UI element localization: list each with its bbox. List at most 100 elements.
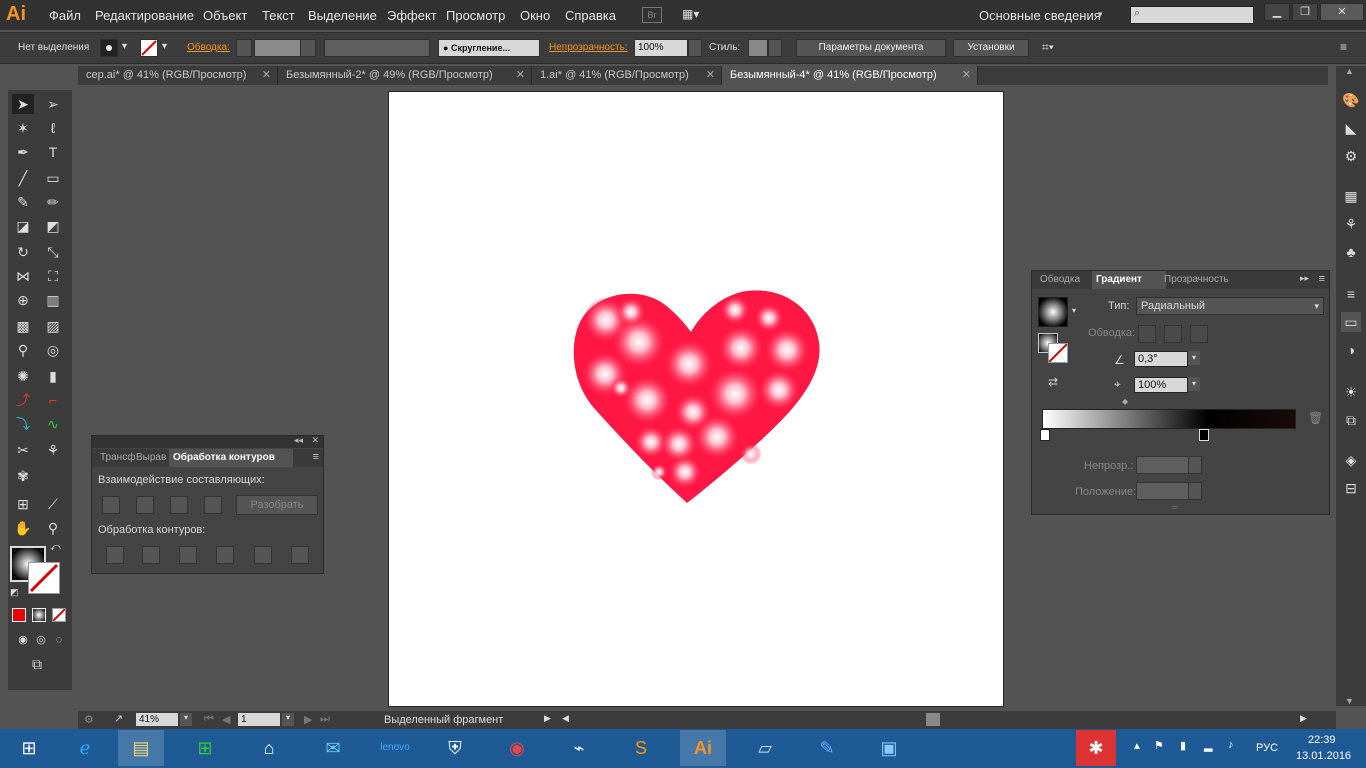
artboard-dropdown[interactable]: ▾ bbox=[282, 713, 294, 726]
menu-window[interactable]: Окно bbox=[520, 8, 550, 23]
divide-button[interactable] bbox=[106, 546, 124, 564]
default-fill-stroke-icon[interactable]: ◩ bbox=[10, 587, 19, 598]
scroll-down-icon[interactable]: ▼ bbox=[1345, 696, 1354, 706]
eraser-tool-icon[interactable]: ◩ bbox=[42, 216, 64, 236]
flag-icon[interactable]: ⚑ bbox=[1154, 739, 1164, 752]
opacity-dropdown[interactable] bbox=[688, 39, 702, 57]
zoom-field[interactable]: 41% bbox=[136, 713, 178, 726]
stroke-weight-label[interactable]: Обводка: bbox=[187, 42, 230, 53]
appearance-icon[interactable]: ☀ bbox=[1341, 382, 1361, 402]
chrome-icon[interactable]: ◉ bbox=[494, 730, 540, 766]
angle-dropdown[interactable]: ▾ bbox=[1188, 351, 1200, 365]
fill-swatch[interactable] bbox=[100, 39, 118, 57]
crop-button[interactable] bbox=[216, 546, 234, 564]
next-artboard-icon[interactable]: ▶ bbox=[304, 713, 312, 726]
clock-time[interactable]: 22:39 bbox=[1308, 734, 1336, 746]
lenovo-app-icon[interactable]: lenovo bbox=[372, 730, 418, 766]
free-transform-tool-icon[interactable]: ⛶ bbox=[42, 266, 64, 286]
style-dropdown[interactable] bbox=[768, 39, 782, 57]
width-tool-icon[interactable]: ⋈ bbox=[12, 266, 34, 286]
rectangle-tool-icon[interactable]: ▭ bbox=[42, 168, 64, 188]
gradient-slider[interactable] bbox=[1042, 409, 1296, 429]
delete-stop-icon[interactable]: 🗑 bbox=[1308, 411, 1323, 425]
brush-libraries-icon[interactable]: ⚘ bbox=[1341, 214, 1361, 234]
symbols-icon[interactable]: ⚙ bbox=[1341, 146, 1361, 166]
transparency-panel-icon[interactable]: ◑ bbox=[1341, 340, 1361, 360]
direct-selection-tool-icon[interactable]: ➢ bbox=[42, 94, 64, 114]
none-mode-button[interactable] bbox=[52, 608, 66, 622]
aspect-ratio-field[interactable]: 100% bbox=[1134, 377, 1188, 393]
minus-back-button[interactable] bbox=[291, 546, 309, 564]
document-setup-button[interactable]: Параметры документа bbox=[796, 39, 946, 57]
menu-select[interactable]: Выделение bbox=[308, 8, 377, 23]
outline-button[interactable] bbox=[254, 546, 272, 564]
stroke-weight-field[interactable] bbox=[254, 39, 302, 57]
horizontal-scroll-thumb[interactable] bbox=[926, 713, 940, 726]
security-shield-icon[interactable]: ⛨ bbox=[432, 730, 478, 766]
aspect-dropdown[interactable]: ▾ bbox=[1188, 377, 1200, 391]
variable-width-dropdown[interactable] bbox=[324, 39, 430, 57]
tab-doc-2[interactable]: Безымянный-2* @ 49% (RGB/Просмотр) ✕ bbox=[278, 66, 532, 85]
butterfly-tool-icon[interactable]: ✾ bbox=[12, 466, 34, 486]
opacity-field[interactable]: 100% bbox=[634, 39, 688, 57]
close-tab-icon[interactable]: ✕ bbox=[516, 66, 525, 85]
menu-object[interactable]: Объект bbox=[203, 8, 247, 23]
status-menu-icon[interactable]: ▶ bbox=[544, 713, 551, 724]
scroll-up-icon[interactable]: ▲ bbox=[1345, 66, 1354, 76]
internet-explorer-icon[interactable]: ℯ bbox=[62, 730, 108, 766]
fill-dropdown-icon[interactable]: ▾ bbox=[122, 41, 127, 52]
lasso-tool-icon[interactable]: ℓ bbox=[42, 118, 64, 138]
stroke-gradient-within-button[interactable] bbox=[1138, 325, 1156, 343]
panel-menu-icon[interactable]: ≡ bbox=[1319, 273, 1325, 285]
tab-doc-4[interactable]: Безымянный-4* @ 41% (RGB/Просмотр) ✕ bbox=[722, 66, 978, 85]
blend-tool-icon[interactable]: ◎ bbox=[42, 340, 64, 360]
stroke-stepper[interactable] bbox=[236, 39, 252, 57]
menu-effect[interactable]: Эффект bbox=[387, 8, 437, 23]
language-indicator[interactable]: РУС bbox=[1256, 742, 1278, 754]
pencil-tool-icon[interactable]: ✏ bbox=[42, 192, 64, 212]
monitor-app-icon[interactable]: ⌁ bbox=[556, 730, 602, 766]
scroll-left-icon[interactable]: ◀ bbox=[562, 713, 569, 724]
stop-location-dropdown[interactable] bbox=[1188, 482, 1202, 500]
merge-button[interactable] bbox=[179, 546, 197, 564]
panel-menu-icon[interactable]: ≡ bbox=[1340, 40, 1347, 54]
graphic-style-swatch[interactable] bbox=[748, 39, 768, 57]
swatches-grid-icon[interactable]: ▦ bbox=[1341, 186, 1361, 206]
symbol-clubs-icon[interactable]: ♣ bbox=[1341, 242, 1361, 262]
menu-view[interactable]: Просмотр bbox=[446, 8, 505, 23]
color-stop-black[interactable] bbox=[1199, 429, 1209, 441]
gradient-panel-icon[interactable]: ▭ bbox=[1341, 312, 1361, 332]
collapse-icon[interactable]: ◂◂ bbox=[294, 435, 303, 446]
menu-edit[interactable]: Редактирование bbox=[95, 8, 194, 23]
restore-button[interactable]: ❐ bbox=[1292, 3, 1318, 21]
artboard-number-field[interactable]: 1 bbox=[238, 713, 280, 726]
reverse-gradient-icon[interactable]: ⇄ bbox=[1048, 375, 1058, 389]
line-tool-icon[interactable]: ╱ bbox=[12, 168, 34, 188]
trim-button[interactable] bbox=[142, 546, 160, 564]
column-graph-tool-icon[interactable]: ▮ bbox=[42, 366, 64, 386]
zoom-dropdown[interactable]: ▾ bbox=[180, 713, 192, 726]
workspace-switcher[interactable]: Основные сведения bbox=[979, 8, 1101, 23]
brushes-icon[interactable]: ◣ bbox=[1341, 118, 1361, 138]
color-stop-white[interactable] bbox=[1040, 429, 1050, 441]
intersect-button[interactable] bbox=[170, 496, 188, 514]
tab-doc-1[interactable]: сер.ai* @ 41% (RGB/Просмотр) ✕ bbox=[78, 66, 278, 85]
brush-definition-dropdown[interactable]: ● Скругление... bbox=[438, 39, 540, 57]
start-button[interactable]: ⊞ bbox=[6, 730, 52, 766]
close-tab-icon[interactable]: ✕ bbox=[706, 66, 715, 85]
illustrator-taskbar-icon[interactable]: Ai bbox=[680, 730, 726, 766]
angle-field[interactable]: 0,3° bbox=[1134, 351, 1188, 367]
swap-fill-stroke-icon[interactable]: ⤺ bbox=[50, 542, 61, 553]
layers-icon[interactable]: ◈ bbox=[1341, 450, 1361, 470]
notes-app-icon[interactable]: ▱ bbox=[742, 730, 788, 766]
gradient-type-select[interactable]: Радиальный ▾ bbox=[1136, 297, 1324, 315]
close-tab-icon[interactable]: ✕ bbox=[962, 66, 971, 85]
symbol-sprayer-tool-icon[interactable]: ✺ bbox=[12, 366, 34, 386]
previous-artboard-icon[interactable]: ◀ bbox=[222, 713, 230, 726]
path-tool-blue-icon[interactable]: ⤵ bbox=[12, 414, 34, 434]
stroke-weight-dropdown[interactable] bbox=[300, 39, 316, 57]
panel-grip-icon[interactable]: ═ bbox=[1172, 503, 1178, 512]
tab-align[interactable]: Вырав bbox=[132, 449, 170, 467]
mail-icon[interactable]: ✉ bbox=[310, 730, 356, 766]
tab-doc-3[interactable]: 1.ai* @ 41% (RGB/Просмотр) ✕ bbox=[532, 66, 722, 85]
